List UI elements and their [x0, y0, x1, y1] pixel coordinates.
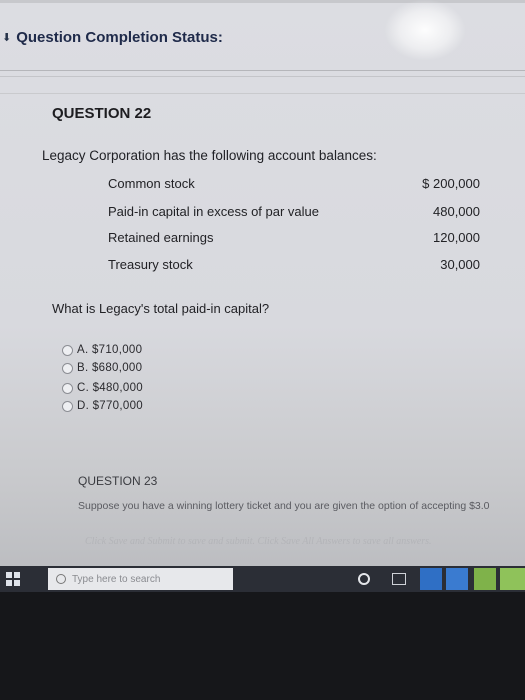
account-value: $ 200,000	[422, 176, 480, 191]
taskbar: Type here to search	[0, 566, 525, 592]
taskbar-search-input[interactable]: Type here to search	[48, 568, 233, 590]
question-22-intro: Legacy Corporation has the following acc…	[42, 148, 377, 163]
account-name: Treasury stock	[108, 257, 193, 272]
choice-d[interactable]: D. $770,000	[62, 400, 143, 412]
taskbar-app-icon[interactable]	[446, 568, 468, 590]
chevron-down-icon[interactable]: ⬇︎	[2, 31, 11, 44]
question-23-label: QUESTION 23	[78, 474, 158, 488]
task-view-icon[interactable]	[392, 573, 406, 585]
windows-start-icon[interactable]	[6, 572, 20, 586]
cortana-icon[interactable]	[358, 573, 370, 585]
radio-button[interactable]	[62, 362, 73, 374]
account-name: Retained earnings	[108, 230, 214, 245]
account-value: 120,000	[433, 230, 480, 245]
status-title: Question Completion Status:	[16, 28, 223, 46]
account-name: Paid-in capital in excess of par value	[108, 204, 320, 219]
choice-label: B. $680,000	[77, 362, 143, 374]
search-placeholder: Type here to search	[72, 573, 161, 585]
taskbar-app-icon[interactable]	[500, 568, 525, 590]
choice-label: D. $770,000	[77, 400, 143, 412]
taskbar-app-icon[interactable]	[474, 568, 496, 590]
question-completion-status[interactable]: ⬇︎ Question Completion Status:	[2, 26, 223, 48]
screen-glare	[385, 0, 465, 60]
divider	[0, 93, 525, 94]
account-value: 480,000	[433, 204, 480, 219]
screen: ⬇︎ Question Completion Status: QUESTION …	[0, 0, 525, 592]
choice-label: A. $710,000	[77, 344, 143, 356]
question-22-prompt: What is Legacy's total paid-in capital?	[52, 301, 270, 316]
choice-label: C. $480,000	[77, 382, 143, 394]
save-hint: Click Save and Submit to save and submit…	[85, 536, 432, 547]
divider	[0, 76, 525, 77]
radio-button[interactable]	[62, 344, 73, 356]
account-value: 30,000	[440, 257, 480, 272]
question-22-label: QUESTION 22	[52, 105, 152, 122]
divider	[0, 70, 525, 71]
account-name: Common stock	[108, 176, 195, 191]
radio-button[interactable]	[62, 382, 73, 394]
monitor-bezel	[0, 592, 525, 700]
search-icon	[56, 574, 66, 584]
taskbar-app-icon[interactable]	[420, 568, 442, 590]
question-23-text: Suppose you have a winning lottery ticke…	[78, 500, 490, 512]
choice-c[interactable]: C. $480,000	[62, 382, 143, 394]
choice-b[interactable]: B. $680,000	[62, 362, 142, 374]
radio-button[interactable]	[62, 400, 73, 412]
choice-a[interactable]: A. $710,000	[62, 344, 142, 356]
